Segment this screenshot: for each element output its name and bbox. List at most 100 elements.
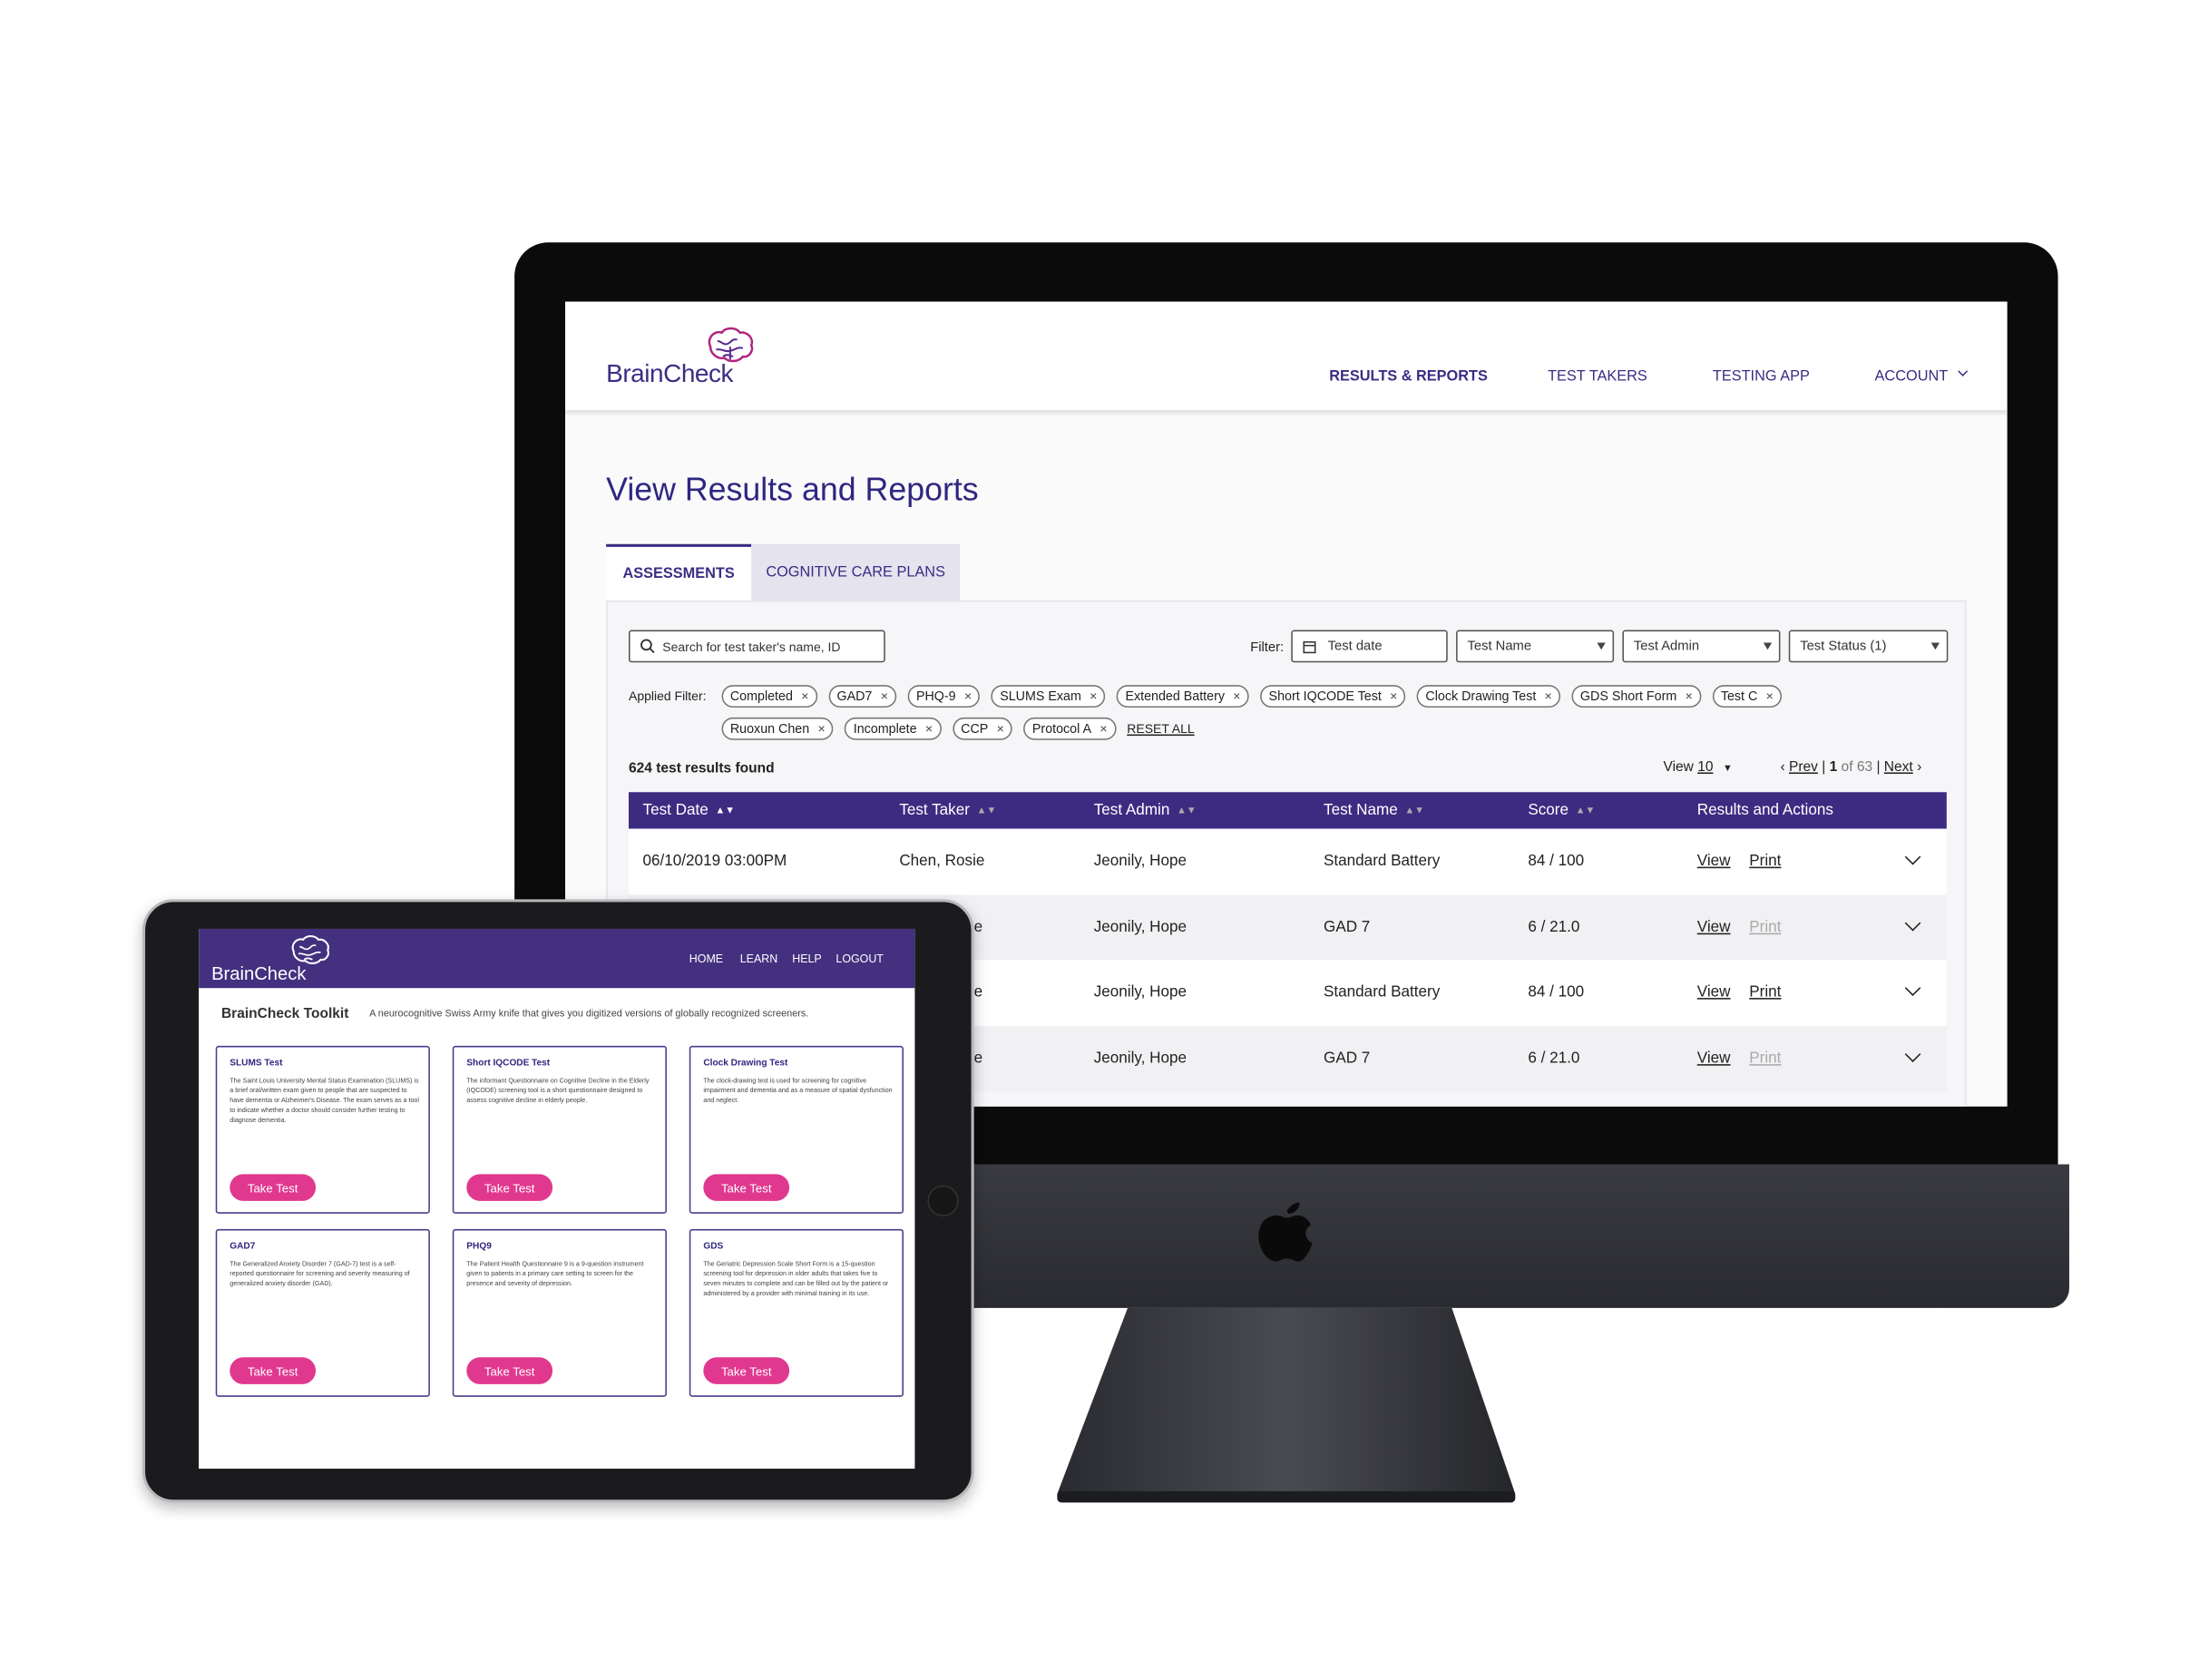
take-test-button[interactable]: Take Test bbox=[703, 1357, 790, 1384]
sort-icon[interactable]: ▲▼ bbox=[977, 806, 997, 816]
test-admin-select[interactable]: Test Admin bbox=[1622, 630, 1781, 663]
close-icon[interactable]: × bbox=[997, 722, 1004, 737]
filter-chip: GDS Short Form × bbox=[1571, 685, 1702, 708]
close-icon[interactable]: × bbox=[1686, 689, 1693, 704]
take-test-button[interactable]: Take Test bbox=[466, 1357, 553, 1384]
filter-chip: SLUMS Exam × bbox=[991, 685, 1106, 708]
view-link[interactable]: View bbox=[1697, 853, 1731, 870]
close-icon[interactable]: × bbox=[1390, 689, 1397, 704]
view-value: 10 bbox=[1697, 759, 1714, 776]
sort-icon[interactable]: ▲▼ bbox=[716, 806, 736, 816]
print-link: Print bbox=[1749, 918, 1782, 935]
view-label: View bbox=[1663, 759, 1694, 776]
close-icon[interactable]: × bbox=[1090, 689, 1097, 704]
close-icon[interactable]: × bbox=[1766, 689, 1774, 704]
card-description: The informant Questionnaire on Cognitive… bbox=[466, 1077, 650, 1104]
col-label: Test Admin bbox=[1093, 802, 1170, 819]
tablet-nav-help[interactable]: HELP bbox=[792, 952, 821, 965]
view-link[interactable]: View bbox=[1697, 918, 1731, 935]
test-status-select[interactable]: Test Status (1) bbox=[1788, 630, 1949, 663]
col-label: Score bbox=[1528, 802, 1569, 819]
cell-score: 6 / 21.0 bbox=[1528, 1049, 1580, 1067]
chevron-left-icon[interactable]: ‹ bbox=[1780, 759, 1784, 775]
reset-all-link[interactable]: RESET ALL bbox=[1127, 722, 1194, 737]
test-name-select[interactable]: Test Name bbox=[1456, 630, 1615, 663]
close-icon[interactable]: × bbox=[817, 722, 825, 737]
close-icon[interactable]: × bbox=[801, 689, 808, 704]
card-description: The Saint Louis University Mental Status… bbox=[230, 1077, 420, 1124]
page-total: of 63 bbox=[1841, 759, 1873, 776]
sort-icon[interactable]: ▲▼ bbox=[1404, 806, 1424, 816]
test-card: PHQ9 The Patient Health Questionnaire 9 i… bbox=[452, 1228, 667, 1397]
search-input[interactable]: Search for test taker's name, ID bbox=[628, 630, 885, 663]
cell-test: Standard Battery bbox=[1324, 983, 1441, 1001]
col-score[interactable]: Score ▲▼ bbox=[1528, 802, 1595, 819]
view-link[interactable]: View bbox=[1697, 1050, 1731, 1067]
sort-icon[interactable]: ▲▼ bbox=[1177, 806, 1197, 816]
page-size-select[interactable]: View 10 ▼ bbox=[1663, 759, 1732, 775]
col-test-taker[interactable]: Test Taker ▲▼ bbox=[899, 802, 996, 819]
take-test-button[interactable]: Take Test bbox=[703, 1174, 790, 1201]
tablet-nav-home[interactable]: HOME bbox=[689, 952, 723, 965]
test-admin-label: Test Admin bbox=[1633, 638, 1700, 654]
card-title: Clock Drawing Test bbox=[703, 1058, 788, 1069]
nav-test-takers[interactable]: TEST TAKERS bbox=[1548, 368, 1647, 386]
cell-admin: Jeonily, Hope bbox=[1093, 983, 1187, 1001]
tablet-screen: BrainCheck HOME LEARN HELP LOGOUT BrainC… bbox=[199, 928, 915, 1470]
filter-chip: Ruoxun Chen × bbox=[721, 717, 834, 740]
chevron-right-icon[interactable]: › bbox=[1917, 759, 1921, 775]
close-icon[interactable]: × bbox=[881, 689, 888, 704]
brand-logo[interactable]: BrainCheck bbox=[606, 359, 733, 389]
col-results-actions: Results and Actions bbox=[1696, 802, 1833, 819]
page-title: View Results and Reports bbox=[606, 470, 979, 508]
caret-down-icon bbox=[1930, 642, 1940, 650]
cell-test: GAD 7 bbox=[1324, 1049, 1371, 1067]
test-name-label: Test Name bbox=[1467, 638, 1532, 654]
col-test-admin[interactable]: Test Admin ▲▼ bbox=[1094, 802, 1197, 819]
tablet-navbar: BrainCheck HOME LEARN HELP LOGOUT bbox=[199, 928, 915, 989]
nav-account[interactable]: ACCOUNT bbox=[1875, 368, 1949, 386]
cell-taker: e bbox=[973, 918, 983, 935]
test-card: SLUMS Test The Saint Louis University Men… bbox=[215, 1045, 430, 1214]
print-link[interactable]: Print bbox=[1749, 984, 1781, 1001]
tab-cognitive-care-plans[interactable]: COGNITIVE CARE PLANS bbox=[751, 543, 961, 601]
take-test-button[interactable]: Take Test bbox=[230, 1174, 317, 1201]
card-description: The Generalized Anxiety Disorder 7 (GAD-… bbox=[230, 1260, 410, 1287]
apple-logo-icon bbox=[1258, 1202, 1313, 1262]
col-test-date[interactable]: Test Date ▲▼ bbox=[643, 802, 736, 819]
close-icon[interactable]: × bbox=[1233, 689, 1240, 704]
next-link[interactable]: Next bbox=[1884, 759, 1913, 775]
close-icon[interactable]: × bbox=[964, 689, 972, 704]
nav-results-reports[interactable]: RESULTS & REPORTS bbox=[1329, 368, 1488, 386]
close-icon[interactable]: × bbox=[1545, 689, 1552, 704]
filter-chip: PHQ-9 × bbox=[907, 685, 981, 708]
card-title: GAD7 bbox=[230, 1241, 256, 1252]
col-test-name[interactable]: Test Name ▲▼ bbox=[1324, 802, 1424, 819]
sort-icon[interactable]: ▲▼ bbox=[1576, 806, 1596, 816]
take-test-button[interactable]: Take Test bbox=[230, 1357, 317, 1384]
tab-assessments[interactable]: ASSESSMENTS bbox=[606, 543, 752, 601]
chevron-down-icon[interactable] bbox=[1904, 914, 1921, 931]
chip-label: Ruoxun Chen bbox=[729, 721, 810, 737]
col-label: Test Date bbox=[642, 802, 709, 819]
chip-label: Completed bbox=[729, 689, 793, 704]
close-icon[interactable]: × bbox=[1100, 722, 1107, 737]
chevron-down-icon[interactable] bbox=[1904, 1045, 1921, 1062]
filter-label: Filter: bbox=[1250, 640, 1285, 656]
chevron-down-icon[interactable] bbox=[1904, 848, 1921, 865]
chip-label: CCP bbox=[961, 721, 989, 737]
view-link[interactable]: View bbox=[1697, 984, 1731, 1001]
nav-testing-app[interactable]: TESTING APP bbox=[1713, 368, 1810, 386]
tablet-home-button bbox=[927, 1185, 959, 1216]
prev-link[interactable]: Prev bbox=[1789, 759, 1818, 775]
tablet-nav-logout[interactable]: LOGOUT bbox=[836, 952, 883, 965]
filter-chip: Incomplete × bbox=[845, 717, 942, 740]
tablet-nav-learn[interactable]: LEARN bbox=[740, 952, 777, 965]
close-icon[interactable]: × bbox=[925, 722, 933, 737]
test-date-filter[interactable]: Test date bbox=[1291, 630, 1448, 663]
take-test-button[interactable]: Take Test bbox=[466, 1174, 553, 1201]
chevron-down-icon[interactable] bbox=[1958, 366, 1969, 376]
chevron-down-icon[interactable] bbox=[1904, 980, 1921, 997]
print-link[interactable]: Print bbox=[1749, 853, 1781, 870]
tablet-brand-logo[interactable]: BrainCheck bbox=[211, 962, 306, 983]
